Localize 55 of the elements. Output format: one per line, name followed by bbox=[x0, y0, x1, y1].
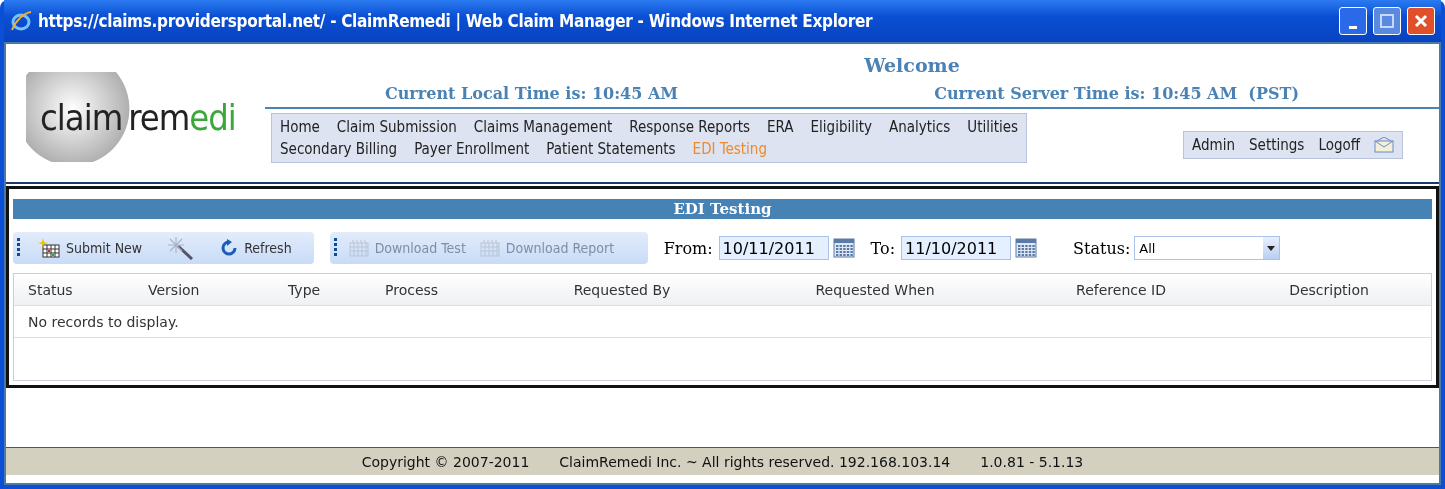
maximize-icon bbox=[1380, 14, 1394, 28]
column-header[interactable]: Requested When bbox=[735, 281, 1015, 298]
user-link[interactable]: Logoff bbox=[1318, 136, 1360, 154]
toolbar-button[interactable]: Refresh bbox=[212, 237, 300, 259]
copyright-text: Copyright © 2007-2011 bbox=[361, 453, 530, 470]
status-dropdown[interactable]: All bbox=[1134, 236, 1281, 260]
nav-link[interactable]: ERA bbox=[767, 118, 794, 136]
status-label: Status: bbox=[1073, 238, 1131, 258]
to-date-field[interactable]: 11/10/2011 bbox=[901, 236, 1012, 260]
magic-wand-icon bbox=[168, 236, 195, 260]
nav-link[interactable]: Home bbox=[280, 118, 320, 136]
empty-message: No records to display. bbox=[14, 306, 1431, 338]
mail-icon[interactable] bbox=[1374, 137, 1394, 153]
nav-link[interactable]: Payer Enrollment bbox=[414, 140, 530, 158]
to-label: To: bbox=[870, 238, 896, 258]
nav-link[interactable]: Utilities bbox=[967, 118, 1019, 136]
user-link[interactable]: Settings bbox=[1249, 136, 1305, 154]
column-header[interactable]: Status bbox=[14, 281, 134, 298]
browser-logo-icon bbox=[10, 10, 32, 32]
calendar-grid-icon bbox=[348, 239, 369, 257]
nav-link[interactable]: Eligibility bbox=[810, 118, 872, 136]
server-time: Current Server Time is: 10:45 AM (PST) bbox=[934, 84, 1299, 103]
version-text: 1.0.81 - 5.1.13 bbox=[980, 453, 1084, 470]
nav-link[interactable]: Claim Submission bbox=[336, 118, 457, 136]
column-header[interactable]: Description bbox=[1227, 281, 1431, 298]
user-link[interactable]: Admin bbox=[1192, 136, 1235, 154]
nav-link[interactable]: Patient Statements bbox=[546, 140, 676, 158]
nav-link[interactable]: Claims Management bbox=[473, 118, 613, 136]
nav-link[interactable]: Analytics bbox=[889, 118, 951, 136]
from-date-field[interactable]: 10/11/2011 bbox=[718, 236, 829, 260]
grid-sparkle-icon bbox=[38, 238, 60, 258]
calendar-icon[interactable] bbox=[832, 236, 855, 258]
column-header[interactable]: Process bbox=[371, 281, 509, 298]
minimize-button[interactable] bbox=[1339, 7, 1367, 35]
refresh-icon bbox=[220, 239, 239, 257]
local-time: Current Local Time is: 10:45 AM bbox=[385, 84, 679, 103]
calendar-grid-icon bbox=[479, 239, 500, 257]
caret-icon bbox=[1267, 245, 1276, 251]
minimize-icon bbox=[1349, 25, 1357, 29]
window-title: https://claims.providersportal.net/ - ClaimRemedi | Web Claim Manager - Windows Internet Explorer bbox=[38, 11, 874, 31]
welcome-heading: Welcome bbox=[863, 54, 961, 76]
column-header[interactable]: Type bbox=[274, 281, 371, 298]
close-icon bbox=[1414, 14, 1428, 28]
from-label: From: bbox=[663, 238, 713, 258]
calendar-icon[interactable] bbox=[1015, 236, 1038, 258]
toolbar-button[interactable]: Submit New bbox=[30, 236, 151, 260]
column-header[interactable]: Requested By bbox=[509, 281, 735, 298]
column-header[interactable]: Version bbox=[134, 281, 274, 298]
close-button[interactable] bbox=[1407, 7, 1435, 35]
maximize-button[interactable] bbox=[1373, 7, 1401, 35]
nav-link[interactable]: Secondary Billing bbox=[280, 140, 398, 158]
column-header[interactable]: Reference ID bbox=[1015, 281, 1227, 298]
nav-link[interactable]: Response Reports bbox=[629, 118, 750, 136]
panel-title: EDI Testing bbox=[13, 199, 1432, 219]
rights-text: ClaimRemedi Inc. ~ All rights reserved. 192.168.103.14 bbox=[559, 453, 951, 470]
